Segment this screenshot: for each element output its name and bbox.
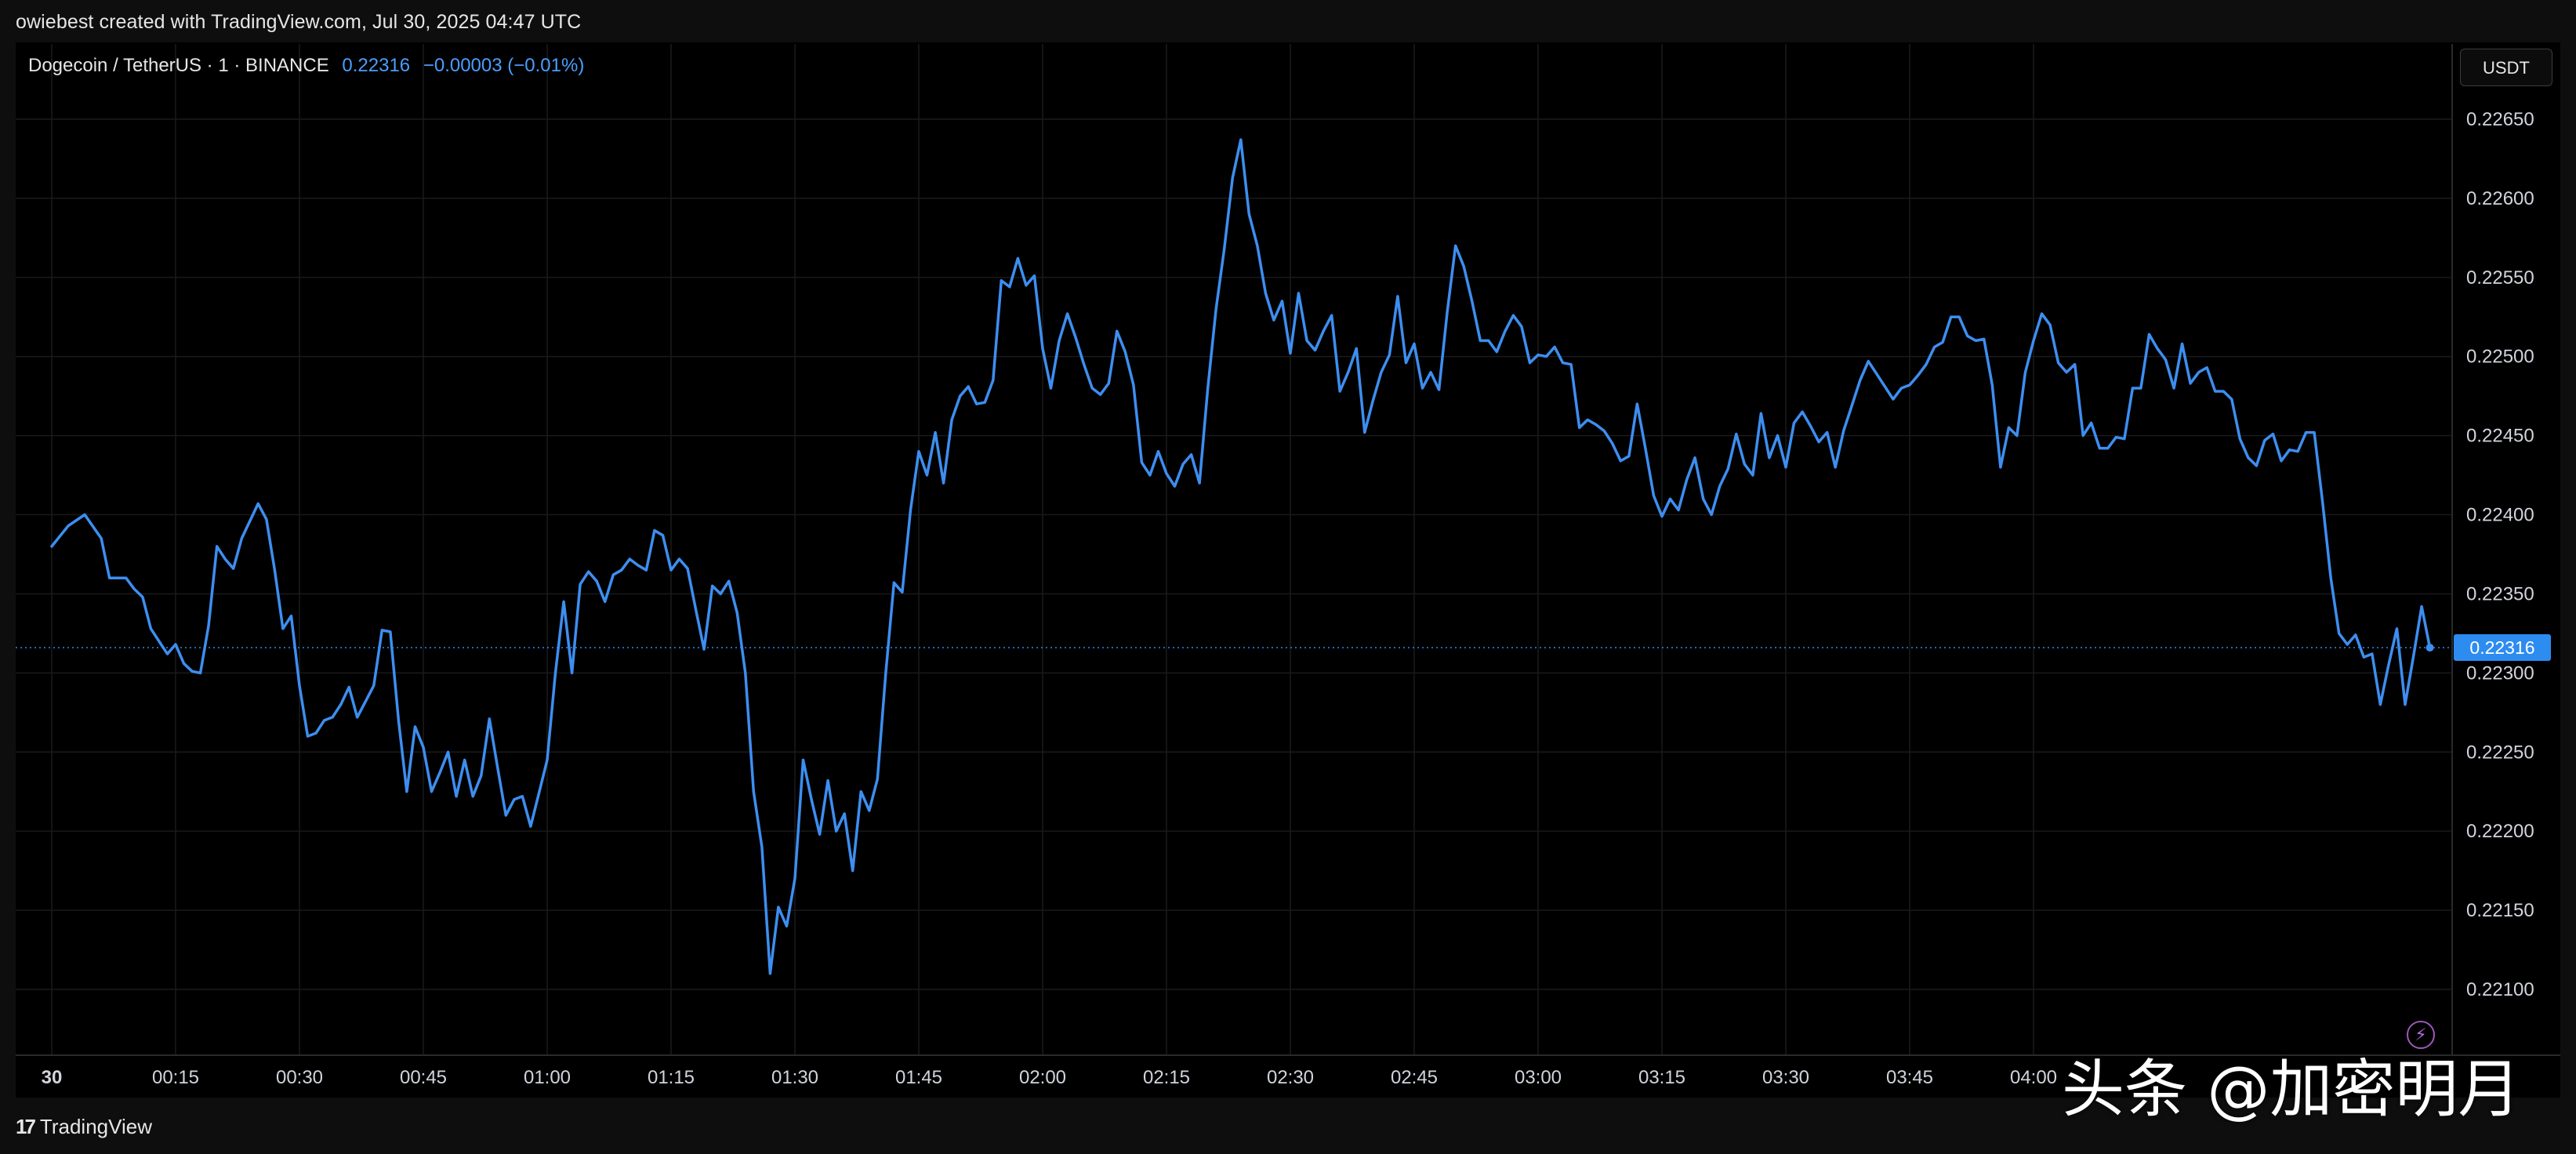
price-chart[interactable]: 0.22650 0.22600 0.22550 0.22500 0.22450 0.224…: [0, 0, 2576, 1154]
time-tick-label: 02:00: [1019, 1067, 1066, 1088]
time-tick-label: 01:30: [771, 1067, 818, 1088]
chart-page: owiebest created with TradingView.com, J…: [0, 0, 2576, 1154]
time-tick-label: 01:45: [895, 1067, 942, 1088]
time-tick-label: 03:00: [1515, 1067, 1562, 1088]
symbol-change: −0.00003 (−0.01%): [423, 55, 585, 76]
price-tick-label: 0.22100: [2466, 979, 2534, 1000]
tradingview-brand[interactable]: 17 TradingView: [16, 1113, 152, 1140]
time-tick-label: 02:30: [1267, 1067, 1314, 1088]
symbol-last-price: 0.22316: [342, 55, 411, 76]
time-tick-label: 30: [42, 1067, 63, 1088]
price-tick-label: 0.22400: [2466, 505, 2534, 526]
watermark-text: 头条 @加密明月: [2062, 1053, 2521, 1126]
last-price-dot: [2425, 644, 2434, 652]
price-tick-label: 0.22150: [2466, 900, 2534, 921]
time-tick-label: 01:00: [524, 1067, 571, 1088]
price-tick-label: 0.22600: [2466, 188, 2534, 209]
price-tick-label: 0.22300: [2466, 662, 2534, 684]
last-price-label: 0.22316: [2454, 634, 2551, 661]
symbol-name: Dogecoin / TetherUS · 1 · BINANCE: [28, 55, 329, 76]
time-tick-label: 00:15: [152, 1067, 199, 1088]
time-tick-label: 03:30: [1762, 1067, 1809, 1088]
time-tick-label: 04:00: [2010, 1067, 2057, 1088]
tradingview-brand-name: TradingView: [39, 1114, 152, 1138]
time-tick-label: 03:15: [1638, 1067, 1685, 1088]
price-tick-label: 0.22450: [2466, 426, 2534, 447]
time-tick-label: 02:45: [1391, 1067, 1438, 1088]
time-tick-label: 00:45: [400, 1067, 447, 1088]
price-tick-label: 0.22550: [2466, 267, 2534, 288]
price-tick-label: 0.22350: [2466, 583, 2534, 604]
price-tick-label: 0.22650: [2466, 109, 2534, 130]
price-tick-label: 0.22200: [2466, 821, 2534, 842]
grid-lines: [16, 44, 2560, 1056]
time-tick-label: 01:15: [648, 1067, 695, 1088]
time-tick-label: 00:30: [276, 1067, 323, 1088]
symbol-legend[interactable]: Dogecoin / TetherUS · 1 · BINANCE 0.2231…: [28, 55, 584, 77]
time-tick-label: 03:45: [1886, 1067, 1933, 1088]
time-axis[interactable]: 30 00:15 00:30 00:45 01:00 01:15 01:30 01:45 02:…: [42, 1067, 2057, 1088]
price-tick-label: 0.22250: [2466, 742, 2534, 763]
currency-button[interactable]: USDT: [2460, 49, 2552, 86]
price-axis[interactable]: 0.22650 0.22600 0.22550 0.22500 0.22450 0.224…: [2466, 109, 2534, 1000]
price-tick-label: 0.22500: [2466, 347, 2534, 368]
time-tick-label: 02:15: [1143, 1067, 1190, 1088]
price-series-line: [50, 138, 2432, 975]
tradingview-logo-icon: 17: [16, 1114, 36, 1138]
